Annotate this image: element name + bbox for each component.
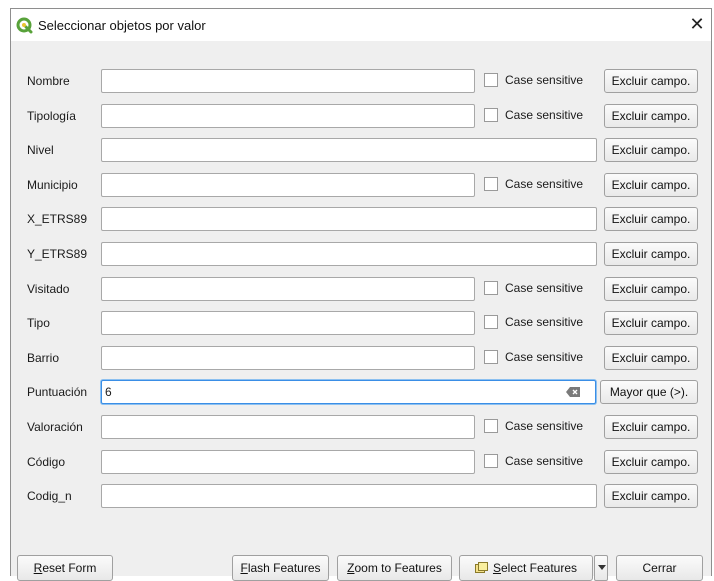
field-value-input[interactable]: 6 <box>101 380 596 404</box>
reset-label: eset Form <box>42 561 97 575</box>
operator-dropdown[interactable]: Mayor que (>). <box>600 380 698 404</box>
field-value-input[interactable] <box>101 69 475 93</box>
operator-dropdown[interactable]: Excluir campo. <box>604 104 698 128</box>
chevron-down-icon <box>598 565 606 570</box>
field-value-input[interactable] <box>101 311 475 335</box>
field-value-input[interactable] <box>101 207 597 231</box>
operator-dropdown[interactable]: Excluir campo. <box>604 415 698 439</box>
field-value-input[interactable] <box>101 450 475 474</box>
field-label: Codig_n <box>27 489 72 503</box>
operator-dropdown[interactable]: Excluir campo. <box>604 311 698 335</box>
field-value-input[interactable] <box>101 138 597 162</box>
case-sensitive-checkbox[interactable] <box>484 281 498 295</box>
field-row: Código Case sensitive Excluir campo. <box>11 448 711 476</box>
operator-dropdown[interactable]: Excluir campo. <box>604 450 698 474</box>
case-sensitive-label: Case sensitive <box>505 454 584 468</box>
field-value-input[interactable] <box>101 346 475 370</box>
field-label: Tipo <box>27 316 50 330</box>
dialog-window: Seleccionar objetos por valor ✕ Nombre Ca… <box>10 8 712 581</box>
field-value-input[interactable] <box>101 484 597 508</box>
field-row: Nivel Excluir campo. <box>11 136 711 164</box>
zoom-to-features-button[interactable]: Zoom to Features <box>337 555 452 581</box>
flash-label: lash Features <box>247 561 321 575</box>
operator-dropdown[interactable]: Excluir campo. <box>604 242 698 266</box>
select-features-button[interactable]: Select Features <box>459 555 593 581</box>
field-row: Nombre Case sensitive Excluir campo. <box>11 67 711 95</box>
zoom-label: oom to Features <box>354 561 442 575</box>
flash-features-button[interactable]: Flash Features <box>232 555 329 581</box>
operator-dropdown[interactable]: Excluir campo. <box>604 207 698 231</box>
operator-dropdown[interactable]: Excluir campo. <box>604 173 698 197</box>
cerrar-button[interactable]: Cerrar <box>616 555 703 581</box>
operator-dropdown[interactable]: Excluir campo. <box>604 138 698 162</box>
field-label: Valoración <box>27 420 83 434</box>
field-label: X_ETRS89 <box>27 212 88 226</box>
case-sensitive-label: Case sensitive <box>505 281 584 295</box>
field-value-input[interactable] <box>101 104 475 128</box>
field-label: Nivel <box>27 143 54 157</box>
select-mnemonic: S <box>492 561 501 575</box>
field-value-input[interactable] <box>101 173 475 197</box>
field-label: Tipología <box>27 109 76 123</box>
case-sensitive-label: Case sensitive <box>505 108 584 122</box>
field-label: Visitado <box>27 282 70 296</box>
case-sensitive-checkbox[interactable] <box>484 350 498 364</box>
field-row: Y_ETRS89 Excluir campo. <box>11 240 711 268</box>
operator-dropdown[interactable]: Excluir campo. <box>604 484 698 508</box>
case-sensitive-checkbox[interactable] <box>484 315 498 329</box>
select-label: elect Features <box>500 561 578 575</box>
reset-form-button[interactable]: Reset Form <box>17 555 113 581</box>
select-features-icon <box>474 562 488 573</box>
case-sensitive-label: Case sensitive <box>505 350 584 364</box>
case-sensitive-checkbox[interactable] <box>484 108 498 122</box>
field-row: Tipología Case sensitive Excluir campo. <box>11 102 711 130</box>
field-row: Visitado Case sensitive Excluir campo. <box>11 275 711 303</box>
field-row: Municipio Case sensitive Excluir campo. <box>11 171 711 199</box>
case-sensitive-label: Case sensitive <box>505 315 584 329</box>
field-row: Codig_n Excluir campo. <box>11 482 711 510</box>
select-features-dropdown[interactable] <box>594 555 608 581</box>
field-value-input[interactable] <box>101 277 475 301</box>
close-icon[interactable]: ✕ <box>685 13 709 35</box>
clear-input-icon[interactable] <box>566 387 580 397</box>
field-row: Valoración Case sensitive Excluir campo. <box>11 413 711 441</box>
field-label: Puntuación <box>27 385 88 399</box>
case-sensitive-checkbox[interactable] <box>484 73 498 87</box>
operator-dropdown[interactable]: Excluir campo. <box>604 69 698 93</box>
field-row: X_ETRS89 Excluir campo. <box>11 205 711 233</box>
case-sensitive-checkbox[interactable] <box>484 454 498 468</box>
field-value-input[interactable] <box>101 242 597 266</box>
field-row: Tipo Case sensitive Excluir campo. <box>11 309 711 337</box>
window-title: Seleccionar objetos por valor <box>38 18 206 33</box>
field-label: Nombre <box>27 74 70 88</box>
flash-mnemonic: F <box>240 561 248 575</box>
title-bar: Seleccionar objetos por valor ✕ <box>11 9 711 41</box>
field-row: Barrio Case sensitive Excluir campo. <box>11 344 711 372</box>
field-label: Código <box>27 455 66 469</box>
case-sensitive-label: Case sensitive <box>505 177 584 191</box>
field-label: Municipio <box>27 178 78 192</box>
field-label: Y_ETRS89 <box>27 247 88 261</box>
operator-dropdown[interactable]: Excluir campo. <box>604 346 698 370</box>
field-value-input[interactable] <box>101 415 475 439</box>
operator-dropdown[interactable]: Excluir campo. <box>604 277 698 301</box>
case-sensitive-label: Case sensitive <box>505 419 584 433</box>
field-row: Puntuación 6 Mayor que (>). <box>11 378 711 406</box>
case-sensitive-checkbox[interactable] <box>484 419 498 433</box>
field-label: Barrio <box>27 351 60 365</box>
qgis-icon <box>16 17 33 34</box>
case-sensitive-label: Case sensitive <box>505 73 584 87</box>
case-sensitive-checkbox[interactable] <box>484 177 498 191</box>
